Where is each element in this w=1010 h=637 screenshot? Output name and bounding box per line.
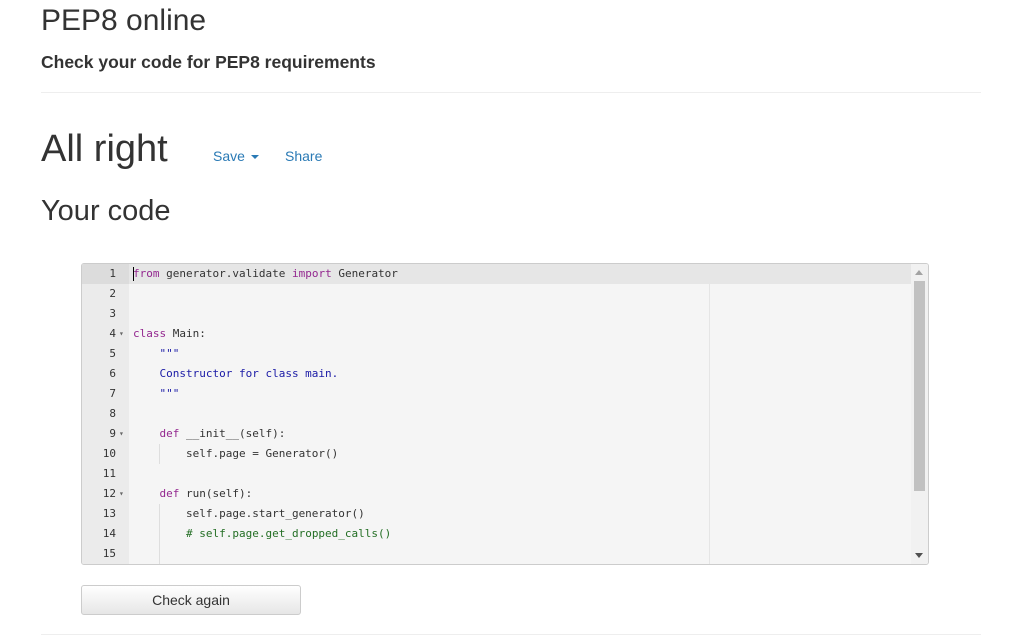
- code-token: Main:: [166, 327, 206, 340]
- site-subtitle: Check your code for PEP8 requirements: [41, 52, 376, 72]
- scroll-thumb[interactable]: [914, 281, 925, 491]
- string-token: Constructor for class main.: [133, 367, 339, 380]
- line-number: 11: [102, 467, 116, 480]
- code-text: self.page = Generator(): [133, 444, 338, 464]
- line-highlight: [129, 324, 911, 344]
- editor-lines[interactable]: 1 from generator.validate import Generato…: [82, 264, 911, 564]
- code-line[interactable]: 12 ▾ def run(self):: [82, 484, 911, 504]
- line-number: 10: [102, 447, 116, 460]
- code-line[interactable]: 11: [82, 464, 911, 484]
- line-number: 3: [109, 307, 116, 320]
- save-dropdown-link[interactable]: Save: [213, 148, 259, 164]
- code-token: self.page = Generator(): [133, 447, 339, 460]
- code-text: """: [133, 344, 179, 364]
- code-line[interactable]: 5 """: [82, 344, 911, 364]
- line-highlight: [129, 464, 911, 484]
- code-text: class Main:: [133, 324, 206, 344]
- header-divider: [41, 92, 981, 93]
- keyword-token: import: [291, 267, 332, 280]
- fold-arrow-icon[interactable]: ▾: [119, 424, 124, 444]
- check-again-button[interactable]: Check again: [81, 585, 301, 615]
- code-token: Generator: [331, 267, 398, 280]
- code-text: # self.page.get_dropped_calls(): [133, 524, 391, 544]
- line-number: 7: [109, 387, 116, 400]
- code-line[interactable]: 14 # self.page.get_dropped_calls(): [82, 524, 911, 544]
- line-number: 8: [109, 407, 116, 420]
- line-number: 15: [102, 547, 116, 560]
- footer-divider: [41, 634, 981, 635]
- line-number: 6: [109, 367, 116, 380]
- line-number: 13: [102, 507, 116, 520]
- line-highlight: [129, 344, 911, 364]
- code-line[interactable]: 1 from generator.validate import Generato…: [82, 264, 911, 284]
- code-line[interactable]: 2: [82, 284, 911, 304]
- line-number: 1: [109, 267, 116, 280]
- code-token: run(self):: [179, 487, 253, 500]
- keyword-token: def: [159, 427, 180, 440]
- code-line[interactable]: 15: [82, 544, 911, 564]
- keyword-token: class: [133, 327, 167, 340]
- string-token: """: [133, 347, 180, 360]
- line-number: 12: [102, 487, 116, 500]
- code-text: def run(self):: [133, 484, 253, 504]
- indent-guide: [159, 544, 161, 564]
- comment-token: # self.page.get_dropped_calls(): [185, 527, 392, 540]
- line-highlight: [129, 544, 911, 564]
- code-text: self.page.start_generator(): [133, 504, 365, 524]
- line-number: 4: [109, 327, 116, 340]
- caret-down-icon: [250, 155, 259, 160]
- line-highlight: [129, 404, 911, 424]
- code-editor[interactable]: 1 from generator.validate import Generato…: [81, 263, 929, 565]
- code-token: self.page.start_generator(): [133, 507, 365, 520]
- code-line[interactable]: 6 Constructor for class main.: [82, 364, 911, 384]
- code-text: """: [133, 384, 179, 404]
- line-highlight: [129, 384, 911, 404]
- text-cursor: [133, 267, 134, 281]
- code-line[interactable]: 8: [82, 404, 911, 424]
- code-section-title: Your code: [41, 195, 171, 227]
- site-title: PEP8 online: [41, 4, 207, 37]
- save-label: Save: [213, 148, 245, 164]
- code-line[interactable]: 7 """: [82, 384, 911, 404]
- keyword-token: def: [159, 487, 180, 500]
- editor-scrollbar[interactable]: [911, 264, 928, 564]
- keyword-token: from: [133, 267, 160, 280]
- code-line[interactable]: 4 ▾ class Main:: [82, 324, 911, 344]
- scroll-up-arrow-icon[interactable]: [915, 270, 923, 275]
- line-number: 14: [102, 527, 116, 540]
- code-line[interactable]: 10 self.page = Generator(): [82, 444, 911, 464]
- code-line[interactable]: 3: [82, 304, 911, 324]
- share-link[interactable]: Share: [285, 148, 322, 164]
- fold-arrow-icon[interactable]: ▾: [119, 484, 124, 504]
- code-text: def __init__(self):: [133, 424, 286, 444]
- code-line[interactable]: 13 self.page.start_generator(): [82, 504, 911, 524]
- code-token: generator.validate: [159, 267, 292, 280]
- result-title: All right: [41, 128, 168, 170]
- string-token: """: [133, 387, 180, 400]
- line-number: 2: [109, 287, 116, 300]
- line-highlight: [129, 284, 911, 304]
- code-line[interactable]: 9 ▾ def __init__(self):: [82, 424, 911, 444]
- scroll-down-arrow-icon[interactable]: [915, 553, 923, 558]
- line-highlight: [129, 304, 911, 324]
- line-number: 5: [109, 347, 116, 360]
- code-text: Constructor for class main.: [133, 364, 338, 384]
- code-text: from generator.validate import Generator: [133, 264, 398, 284]
- fold-arrow-icon[interactable]: ▾: [119, 324, 124, 344]
- code-token: __init__(self):: [179, 427, 286, 440]
- line-number: 9: [109, 427, 116, 440]
